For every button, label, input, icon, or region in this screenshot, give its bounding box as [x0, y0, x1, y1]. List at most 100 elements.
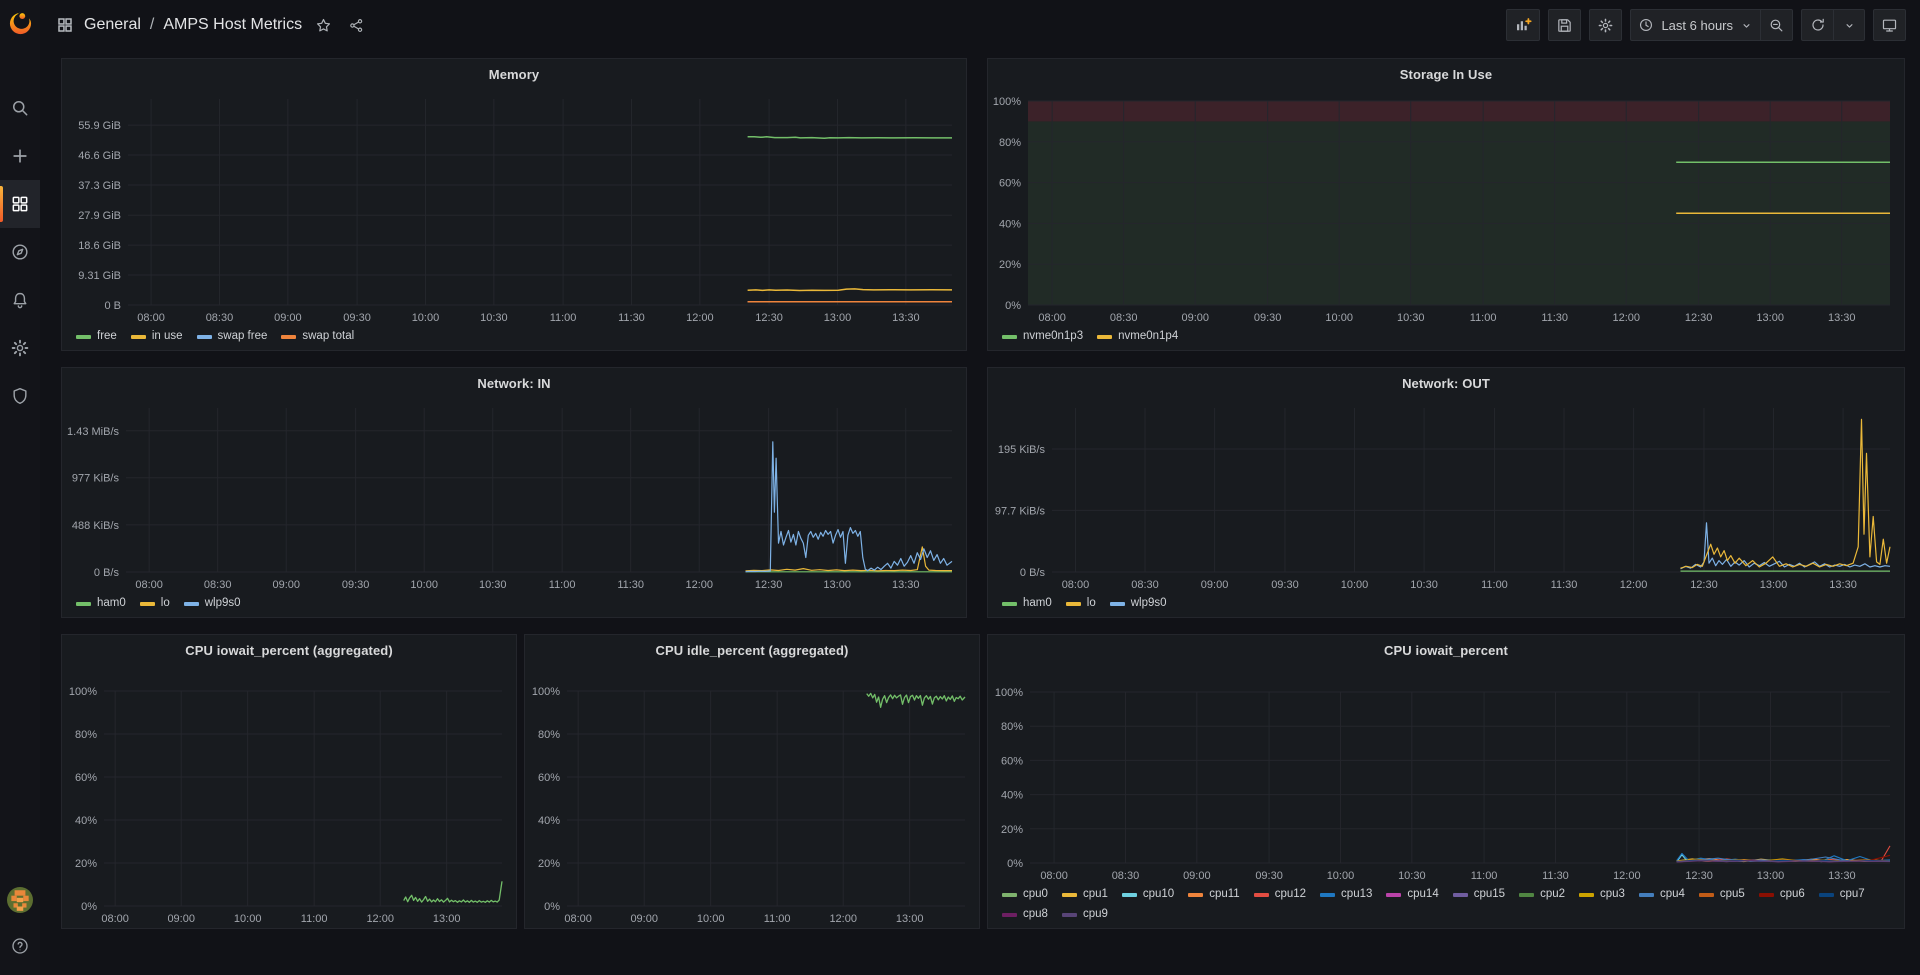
- legend-label: in use: [152, 328, 183, 345]
- legend-swatch: [1097, 335, 1112, 339]
- add-panel-button[interactable]: [1506, 9, 1540, 41]
- legend-swatch: [197, 335, 212, 339]
- breadcrumb-folder[interactable]: General: [84, 16, 141, 34]
- sidebar-item-explore[interactable]: [0, 228, 40, 276]
- refresh-interval-button[interactable]: [1833, 9, 1865, 41]
- svg-text:09:30: 09:30: [343, 312, 371, 324]
- panel-title[interactable]: CPU iowait_percent: [988, 635, 1904, 665]
- legend-item[interactable]: cpu9: [1062, 906, 1108, 923]
- svg-text:0 B/s: 0 B/s: [94, 567, 120, 579]
- legend-item[interactable]: cpu15: [1453, 886, 1505, 903]
- network-in-chart[interactable]: 1.43 MiB/s977 KiB/s488 KiB/s0 B/s08:0008…: [62, 398, 966, 594]
- legend-item[interactable]: in use: [131, 328, 183, 345]
- time-picker-button[interactable]: Last 6 hours: [1630, 9, 1760, 41]
- legend-item[interactable]: cpu1: [1062, 886, 1108, 903]
- svg-text:40%: 40%: [1001, 790, 1023, 802]
- cpu-iowait-agg-chart[interactable]: 100%80%60%40%20%0%08:0009:0010:0011:0012…: [62, 665, 516, 928]
- svg-text:12:30: 12:30: [1690, 579, 1718, 591]
- legend-item[interactable]: cpu3: [1579, 886, 1625, 903]
- legend-item[interactable]: swap free: [197, 328, 268, 345]
- svg-text:20%: 20%: [75, 858, 97, 870]
- legend-item[interactable]: wlp9s0: [1110, 595, 1167, 612]
- panel-title[interactable]: Network: IN: [62, 368, 966, 398]
- breadcrumb-dashboard-title[interactable]: AMPS Host Metrics: [163, 16, 302, 34]
- legend-label: wlp9s0: [1131, 595, 1167, 612]
- sidebar-item-create[interactable]: [0, 132, 40, 180]
- legend-item[interactable]: wlp9s0: [184, 595, 241, 612]
- svg-text:60%: 60%: [999, 178, 1021, 190]
- network-out-chart[interactable]: 195 KiB/s97.7 KiB/s0 B/s08:0008:3009:000…: [988, 398, 1904, 594]
- sidebar-item-search[interactable]: [0, 84, 40, 132]
- legend-item[interactable]: cpu2: [1519, 886, 1565, 903]
- svg-text:13:00: 13:00: [823, 579, 851, 591]
- svg-text:11:00: 11:00: [764, 913, 791, 925]
- save-dashboard-button[interactable]: [1548, 9, 1581, 41]
- cpu-iowait-chart[interactable]: 100%80%60%40%20%0%08:0008:3009:0009:3010…: [988, 665, 1904, 885]
- legend-item[interactable]: swap total: [281, 328, 354, 345]
- panel-title[interactable]: CPU idle_percent (aggregated): [525, 635, 979, 665]
- legend-item[interactable]: nvme0n1p4: [1097, 328, 1178, 345]
- legend-item[interactable]: cpu10: [1122, 886, 1174, 903]
- legend-item[interactable]: cpu8: [1002, 906, 1048, 923]
- legend-item[interactable]: free: [76, 328, 117, 345]
- legend-swatch: [1819, 893, 1834, 897]
- svg-text:10:00: 10:00: [697, 913, 725, 925]
- sidebar-item-help[interactable]: [0, 927, 40, 965]
- svg-text:60%: 60%: [75, 772, 97, 784]
- legend-item[interactable]: lo: [1066, 595, 1096, 612]
- panel-title[interactable]: CPU iowait_percent (aggregated): [62, 635, 516, 665]
- svg-text:08:00: 08:00: [101, 913, 129, 925]
- legend-label: cpu12: [1275, 886, 1306, 903]
- svg-text:09:00: 09:00: [274, 312, 302, 324]
- share-dashboard-button[interactable]: [345, 17, 368, 34]
- dashboard-row-1: Memory 55.9 GiB46.6 GiB37.3 GiB27.9 GiB1…: [61, 58, 1905, 351]
- storage-legend: nvme0n1p3 nvme0n1p4: [988, 327, 1904, 350]
- panel-title[interactable]: Storage In Use: [988, 59, 1904, 89]
- add-panel-icon: [1514, 16, 1532, 34]
- svg-text:09:30: 09:30: [342, 579, 370, 591]
- legend-item[interactable]: cpu11: [1188, 886, 1239, 903]
- memory-chart[interactable]: 55.9 GiB46.6 GiB37.3 GiB27.9 GiB18.6 GiB…: [62, 89, 966, 327]
- svg-text:12:00: 12:00: [366, 913, 394, 925]
- svg-text:55.9 GiB: 55.9 GiB: [78, 120, 121, 132]
- sidebar-item-alerting[interactable]: [0, 276, 40, 324]
- refresh-dashboard-button[interactable]: [1801, 9, 1833, 41]
- storage-chart[interactable]: 100%80%60%40%20%0%08:0008:3009:0009:3010…: [988, 89, 1904, 327]
- legend-item[interactable]: nvme0n1p3: [1002, 328, 1083, 345]
- network-out-legend: ham0 lo wlp9s0: [988, 594, 1904, 617]
- legend-item[interactable]: cpu7: [1819, 886, 1865, 903]
- legend-item[interactable]: ham0: [76, 595, 126, 612]
- legend-swatch: [1188, 893, 1203, 897]
- panel-title[interactable]: Memory: [62, 59, 966, 89]
- kiosk-mode-button[interactable]: [1873, 9, 1906, 41]
- legend-item[interactable]: cpu14: [1386, 886, 1438, 903]
- monitor-icon: [1881, 17, 1898, 34]
- legend-item[interactable]: cpu6: [1759, 886, 1805, 903]
- legend-item[interactable]: cpu0: [1002, 886, 1048, 903]
- avatar[interactable]: [7, 887, 33, 913]
- legend-swatch: [281, 335, 296, 339]
- svg-text:9.31 GiB: 9.31 GiB: [78, 270, 121, 282]
- legend-item[interactable]: cpu5: [1699, 886, 1745, 903]
- svg-text:09:00: 09:00: [630, 913, 658, 925]
- grafana-logo[interactable]: [0, 0, 40, 46]
- legend-swatch: [76, 335, 91, 339]
- svg-text:10:30: 10:30: [1398, 870, 1426, 882]
- panel-network-out: Network: OUT 195 KiB/s97.7 KiB/s0 B/s08:…: [987, 367, 1905, 618]
- svg-text:11:00: 11:00: [550, 312, 577, 324]
- legend-item[interactable]: lo: [140, 595, 170, 612]
- star-dashboard-button[interactable]: [312, 17, 335, 34]
- panel-title[interactable]: Network: OUT: [988, 368, 1904, 398]
- legend-item[interactable]: cpu4: [1639, 886, 1685, 903]
- cpu-idle-agg-chart[interactable]: 100%80%60%40%20%0%08:0009:0010:0011:0012…: [525, 665, 979, 928]
- zoom-out-time-button[interactable]: [1760, 9, 1793, 41]
- sidebar-item-dashboards[interactable]: [0, 180, 40, 228]
- dashboard-settings-button[interactable]: [1589, 9, 1622, 41]
- sidebar-item-server-admin[interactable]: [0, 372, 40, 420]
- sidebar-item-configuration[interactable]: [0, 324, 40, 372]
- legend-item[interactable]: cpu12: [1254, 886, 1306, 903]
- legend-item[interactable]: cpu13: [1320, 886, 1372, 903]
- legend-label: cpu1: [1083, 886, 1108, 903]
- svg-text:195 KiB/s: 195 KiB/s: [998, 444, 1046, 456]
- legend-item[interactable]: ham0: [1002, 595, 1052, 612]
